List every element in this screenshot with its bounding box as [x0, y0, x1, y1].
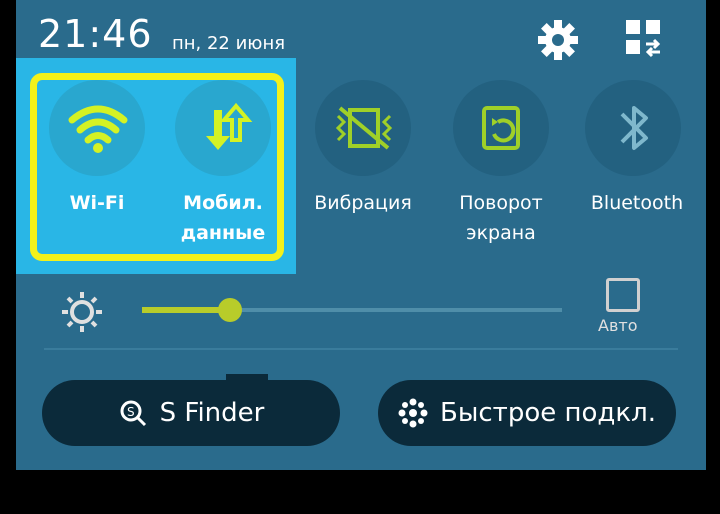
- selection-frame: [30, 73, 284, 261]
- tile-label: Поворот экрана: [459, 192, 543, 244]
- search-icon: S: [120, 400, 146, 427]
- panel-divider: [44, 348, 678, 378]
- quick-connect-button[interactable]: Быстрое подкл.: [378, 380, 676, 446]
- brightness-icon: [62, 292, 102, 332]
- tile-label: Вибрация: [314, 192, 412, 214]
- sfinder-button[interactable]: S S Finder: [42, 380, 340, 446]
- bluetooth-icon: [620, 106, 648, 150]
- svg-text:S: S: [127, 405, 135, 419]
- date: пн, 22 июня: [172, 33, 286, 54]
- clock: 21:46: [38, 12, 153, 56]
- gear-icon[interactable]: [536, 18, 580, 62]
- vibration-icon: [335, 106, 393, 150]
- brightness-fill: [142, 307, 231, 313]
- tile-rotation[interactable]: Поворот экрана: [436, 62, 566, 272]
- auto-brightness-checkbox[interactable]: [606, 278, 640, 312]
- status-bar: 21:46 пн, 22 июня: [16, 0, 706, 62]
- brightness-bar: Авто: [16, 278, 706, 348]
- bottom-actions: S S Finder Быстрое подкл.: [16, 376, 706, 470]
- brightness-thumb[interactable]: [218, 298, 243, 322]
- auto-brightness-label: Авто: [598, 316, 638, 334]
- edit-tiles-icon[interactable]: [624, 18, 664, 58]
- quick-connect-icon: [398, 398, 428, 428]
- tile-label: Bluetooth: [590, 192, 684, 214]
- notification-panel: 21:46 пн, 22 июня Wi-Fi Мобил. данные Ви…: [16, 0, 706, 470]
- rotate-icon: [482, 106, 520, 150]
- tile-vibration[interactable]: Вибрация: [298, 62, 428, 272]
- tile-bluetooth[interactable]: Bluetooth: [568, 62, 706, 272]
